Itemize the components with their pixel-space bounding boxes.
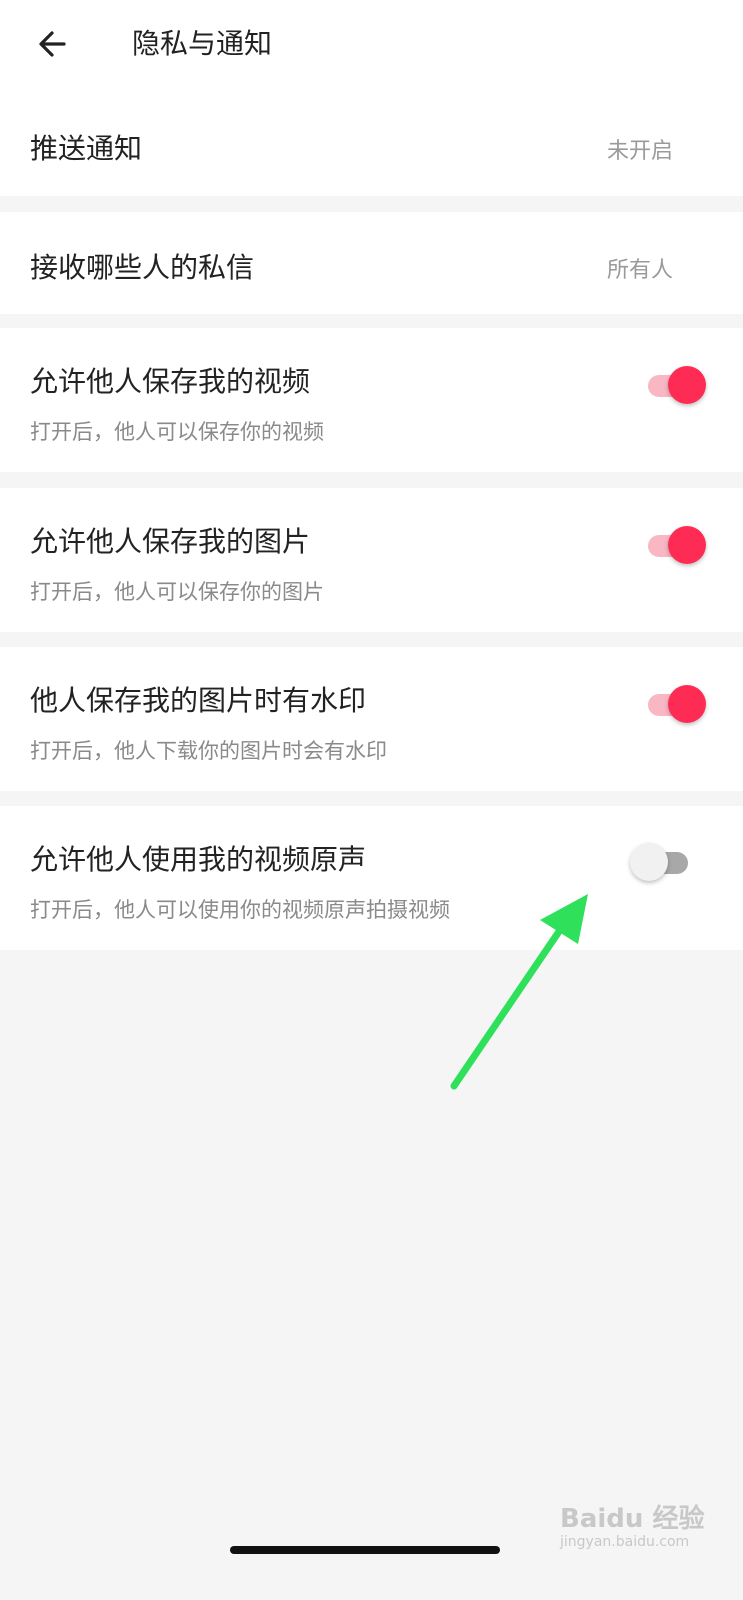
toggle-switch[interactable]: [630, 840, 692, 881]
setting-description: 打开后，他人下载你的图片时会有水印: [30, 739, 387, 763]
setting-description: 打开后，他人可以保存你的图片: [30, 580, 324, 604]
arrow-left-icon: [39, 31, 66, 57]
setting-push-notifications[interactable]: 推送通知 未开启: [0, 96, 743, 196]
watermark-subtext: jingyan.baidu.com: [560, 1534, 690, 1550]
setting-label: 允许他人保存我的视频: [30, 365, 311, 398]
setting-image-watermark: 他人保存我的图片时有水印 打开后，他人下载你的图片时会有水印: [0, 647, 743, 791]
app-header: 隐私与通知: [0, 0, 743, 96]
setting-allow-save-video: 允许他人保存我的视频 打开后，他人可以保存你的视频: [0, 328, 743, 472]
setting-label: 他人保存我的图片时有水印: [30, 684, 367, 717]
toggle-knob: [668, 526, 706, 564]
setting-value: 所有人: [606, 258, 673, 283]
toggle-switch[interactable]: [644, 682, 706, 723]
toggle-switch[interactable]: [644, 523, 706, 564]
setting-description: 打开后，他人可以保存你的视频: [30, 420, 324, 444]
toggle-knob: [630, 843, 668, 881]
home-indicator[interactable]: [230, 1546, 500, 1554]
back-button[interactable]: [30, 22, 74, 66]
baidu-watermark: Baidu 经验 jingyan.baidu.com: [560, 1498, 730, 1550]
setting-message-privacy[interactable]: 接收哪些人的私信 所有人: [0, 212, 743, 314]
watermark-text: Baidu 经验: [560, 1504, 705, 1534]
setting-label: 允许他人保存我的图片: [30, 525, 311, 558]
setting-value: 未开启: [606, 139, 673, 164]
setting-allow-save-image: 允许他人保存我的图片 打开后，他人可以保存你的图片: [0, 488, 743, 632]
setting-label: 允许他人使用我的视频原声: [30, 843, 367, 876]
setting-label: 推送通知: [30, 132, 143, 165]
annotation-arrow-icon: [450, 894, 588, 1090]
toggle-knob: [668, 366, 706, 404]
setting-description: 打开后，他人可以使用你的视频原声拍摄视频: [30, 898, 450, 922]
toggle-switch[interactable]: [644, 363, 706, 404]
setting-allow-use-original-sound: 允许他人使用我的视频原声 打开后，他人可以使用你的视频原声拍摄视频: [0, 806, 743, 950]
setting-label: 接收哪些人的私信: [30, 251, 255, 284]
page-title: 隐私与通知: [132, 27, 273, 60]
toggle-knob: [668, 685, 706, 723]
